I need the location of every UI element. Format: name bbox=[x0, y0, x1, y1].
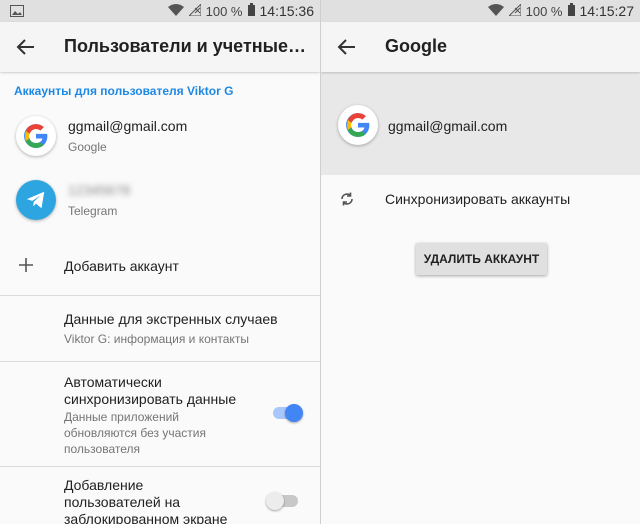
account-email: ggmail@gmail.com bbox=[68, 118, 188, 134]
no-signal-icon bbox=[507, 2, 522, 19]
users-accounts-screen: 100 % 14:15:36 Пользователи и учетные… А… bbox=[0, 0, 320, 524]
wifi-icon bbox=[167, 3, 184, 19]
page-title: Пользователи и учетные… bbox=[64, 36, 307, 56]
lockscreen-add-users-title: Добавление пользователей на заблокирован… bbox=[64, 477, 228, 524]
auto-sync-title: Автоматически синхронизировать данные bbox=[64, 374, 237, 407]
wifi-icon bbox=[487, 3, 504, 19]
back-arrow-icon[interactable] bbox=[16, 37, 36, 57]
add-account-row[interactable]: Добавить аккаунт bbox=[0, 244, 320, 288]
sync-icon bbox=[338, 190, 356, 213]
clock: 14:15:27 bbox=[579, 3, 635, 19]
battery-percent: 100 % bbox=[525, 3, 563, 19]
sync-accounts-row[interactable]: Синхронизировать аккаунты bbox=[321, 178, 640, 222]
plus-icon bbox=[18, 257, 34, 278]
google-account-screen: 100 % 14:15:27 Google ggmail@gmail.com С… bbox=[321, 0, 640, 524]
telegram-logo-icon bbox=[16, 180, 56, 220]
battery-icon bbox=[247, 3, 255, 19]
auto-sync-subtitle: Данные приложений обновляются без участи… bbox=[64, 410, 206, 456]
status-bar: 100 % 14:15:27 bbox=[321, 0, 640, 22]
account-row-telegram[interactable]: 12345678 Telegram bbox=[0, 170, 320, 234]
google-logo-icon bbox=[338, 105, 378, 145]
clock: 14:15:36 bbox=[259, 3, 315, 19]
sync-accounts-label: Синхронизировать аккаунты bbox=[385, 191, 571, 207]
back-arrow-icon[interactable] bbox=[337, 37, 357, 57]
google-logo-icon bbox=[16, 116, 56, 156]
lockscreen-add-users-row[interactable]: Добавление пользователей на заблокирован… bbox=[0, 467, 320, 524]
emergency-info-subtitle: Viktor G: информация и контакты bbox=[64, 332, 249, 346]
auto-sync-row[interactable]: Автоматически синхронизировать данные Да… bbox=[0, 362, 320, 462]
account-type: Telegram bbox=[68, 204, 118, 218]
accounts-section-header: Аккаунты для пользователя Viktor G bbox=[14, 84, 234, 98]
battery-percent: 100 % bbox=[205, 3, 243, 19]
account-phone-blurred: 12345678 bbox=[68, 182, 131, 198]
account-header: ggmail@gmail.com bbox=[321, 72, 640, 175]
account-row-google[interactable]: ggmail@gmail.com Google bbox=[0, 104, 320, 168]
app-bar: Google bbox=[321, 22, 640, 72]
add-account-label: Добавить аккаунт bbox=[64, 258, 179, 274]
battery-icon bbox=[567, 3, 575, 19]
account-type: Google bbox=[68, 140, 107, 154]
status-bar: 100 % 14:15:36 bbox=[0, 0, 320, 22]
app-bar: Пользователи и учетные… bbox=[0, 22, 320, 72]
account-email: ggmail@gmail.com bbox=[388, 118, 508, 134]
no-signal-icon bbox=[187, 2, 202, 19]
page-title: Google bbox=[385, 36, 447, 56]
emergency-info-row[interactable]: Данные для экстренных случаев Viktor G: … bbox=[0, 296, 320, 360]
image-notification-icon bbox=[10, 5, 24, 20]
remove-account-button[interactable]: УДАЛИТЬ АККАУНТ bbox=[416, 243, 547, 275]
emergency-info-title: Данные для экстренных случаев bbox=[64, 311, 278, 327]
